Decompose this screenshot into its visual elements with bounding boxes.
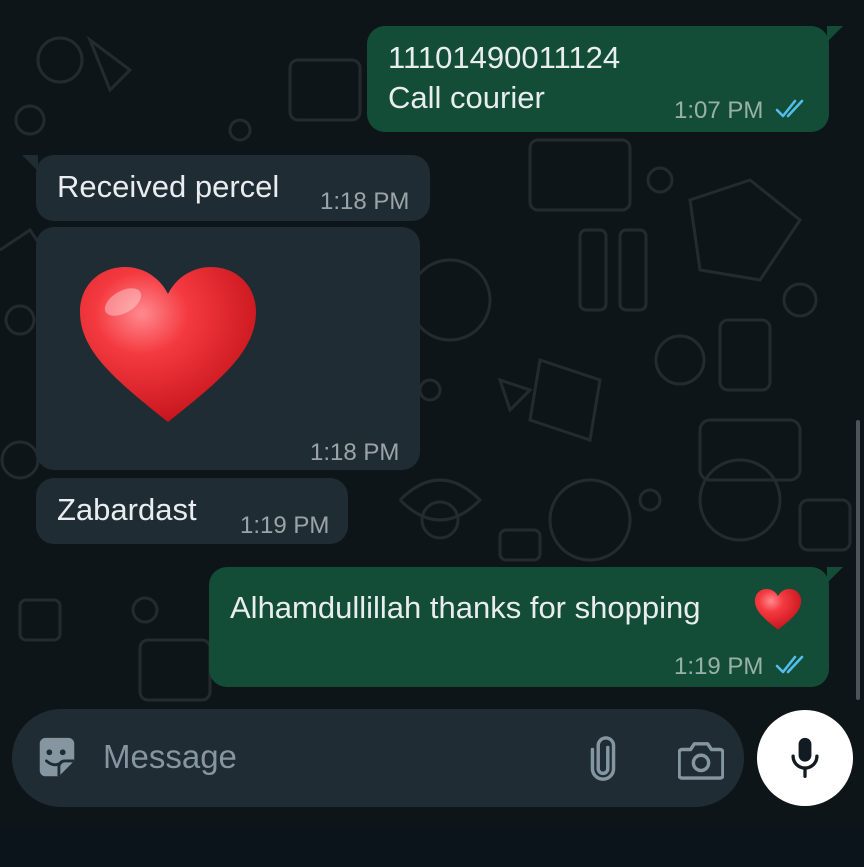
scrollbar[interactable] bbox=[856, 420, 860, 700]
message-input[interactable]: Message bbox=[103, 738, 237, 776]
message-time: 1:18 PM bbox=[320, 188, 410, 215]
message-bubble-incoming[interactable]: Received percel 1:18 PM bbox=[22, 155, 430, 221]
message-bubble-outgoing[interactable]: 11101490011124 Call courier 1:07 PM bbox=[367, 26, 843, 132]
message-time: 1:19 PM bbox=[674, 653, 764, 680]
red-heart-icon bbox=[754, 589, 802, 630]
chat-screen: 11101490011124 Call courier 1:07 PM Rece… bbox=[0, 0, 864, 867]
red-heart-icon bbox=[80, 267, 256, 422]
voice-record-button[interactable] bbox=[757, 710, 853, 806]
message-text: 11101490011124 bbox=[388, 40, 621, 75]
paperclip-icon[interactable] bbox=[588, 736, 618, 782]
read-receipt-icon bbox=[775, 99, 804, 118]
camera-icon[interactable] bbox=[678, 740, 724, 780]
message-text: Received percel bbox=[57, 169, 280, 204]
message-text: Zabardast bbox=[57, 492, 197, 527]
message-bubble-incoming-emoji[interactable]: 1:18 PM bbox=[36, 227, 420, 470]
message-time: 1:19 PM bbox=[240, 512, 330, 539]
message-bubble-outgoing[interactable]: Alhamdullillah thanks for shopping 1:19 … bbox=[209, 567, 843, 687]
message-text: Alhamdullillah thanks for shopping bbox=[230, 590, 701, 625]
message-text: Call courier bbox=[388, 80, 545, 115]
message-time: 1:07 PM bbox=[674, 97, 764, 124]
message-bubble-incoming[interactable]: Zabardast 1:19 PM bbox=[36, 478, 348, 544]
read-receipt-icon bbox=[775, 655, 804, 674]
sticker-icon[interactable] bbox=[34, 736, 80, 782]
system-nav-area bbox=[0, 830, 864, 867]
message-composer: Message bbox=[12, 709, 744, 807]
microphone-icon bbox=[791, 737, 819, 778]
message-time: 1:18 PM bbox=[310, 439, 400, 466]
